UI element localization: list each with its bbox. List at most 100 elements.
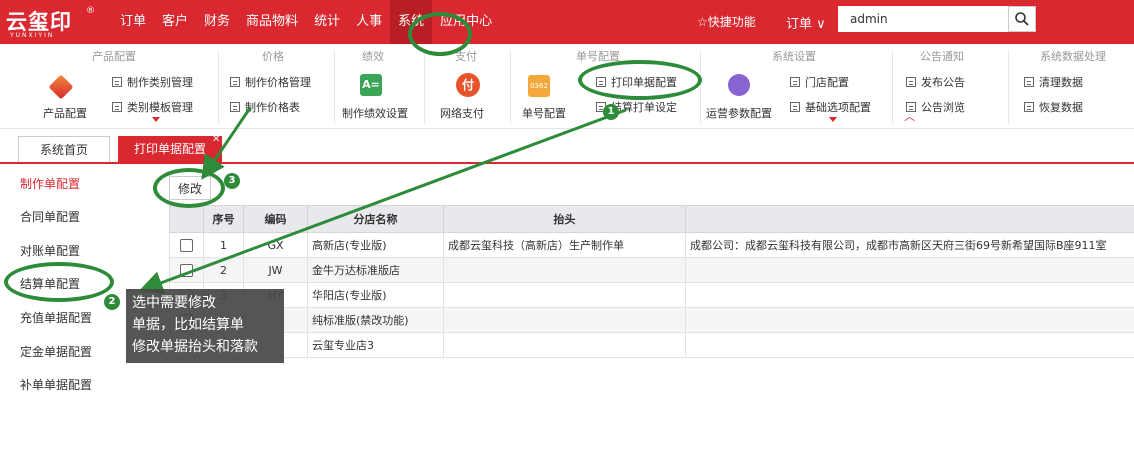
quick-functions-label: 快捷功能 bbox=[707, 15, 756, 29]
row-select-cell bbox=[169, 257, 204, 283]
cell-footer bbox=[685, 307, 1134, 333]
clean-data-label: 清理数据 bbox=[1039, 76, 1083, 89]
clean-data-button[interactable]: 清理数据 bbox=[1024, 74, 1083, 90]
group-title-notice: 公告通知 bbox=[920, 50, 964, 63]
ribbon-toolbar: 产品配置 价格 绩效 支付 单号配置 系统设置 公告通知 系统数据处理 产品配置… bbox=[0, 44, 1134, 129]
group-title-data: 系统数据处理 bbox=[1040, 50, 1106, 63]
list-icon bbox=[230, 102, 240, 112]
tab-system-home[interactable]: 系统首页 bbox=[18, 136, 110, 162]
close-icon[interactable]: ✕ bbox=[212, 134, 220, 145]
make-price-table-label: 制作价格表 bbox=[245, 101, 300, 114]
menu-contract[interactable]: 合同单配置 bbox=[20, 208, 80, 225]
caret-down-icon[interactable] bbox=[152, 117, 160, 122]
highlight-ring-system bbox=[408, 12, 472, 56]
cell-code: JW bbox=[243, 257, 308, 283]
cell-store: 纯标准版(禁改功能) bbox=[307, 307, 444, 333]
search-button[interactable] bbox=[1008, 6, 1036, 32]
divider bbox=[510, 50, 511, 124]
table-header-row: 序号 编码 分店名称 抬头 bbox=[169, 205, 1134, 233]
instruction-tooltip: 选中需要修改 单据，比如结算单 修改单据抬头和落款 bbox=[126, 289, 284, 363]
nav-customers[interactable]: 客户 bbox=[154, 0, 196, 44]
list-icon bbox=[1024, 102, 1034, 112]
column-header-code: 编码 bbox=[243, 205, 308, 233]
make-category-button[interactable]: 制作类别管理 bbox=[112, 74, 193, 90]
cell-store: 金牛万达标准版店 bbox=[307, 257, 444, 283]
orders-dropdown[interactable]: 订单 ∨ bbox=[786, 13, 826, 32]
column-header-title: 抬头 bbox=[443, 205, 686, 233]
nav-products[interactable]: 商品物料 bbox=[238, 0, 306, 44]
cell-footer bbox=[685, 332, 1134, 358]
search-icon bbox=[1015, 12, 1029, 26]
category-template-button[interactable]: 类别模板管理 bbox=[112, 99, 193, 115]
list-icon bbox=[1024, 77, 1034, 87]
list-icon bbox=[112, 102, 122, 112]
divider bbox=[424, 50, 425, 124]
row-checkbox[interactable] bbox=[180, 263, 193, 277]
nav-finance[interactable]: 财务 bbox=[196, 0, 238, 44]
make-price-table-button[interactable]: 制作价格表 bbox=[230, 99, 300, 115]
column-header-no: 序号 bbox=[203, 205, 244, 233]
cell-title bbox=[443, 257, 686, 283]
menu-deposit[interactable]: 定金单据配置 bbox=[20, 343, 92, 360]
table-row[interactable]: 3 HY 华阳店(专业版) bbox=[169, 282, 1134, 308]
make-category-label: 制作类别管理 bbox=[127, 76, 193, 89]
list-icon bbox=[230, 77, 240, 87]
cell-store: 高新店(专业版) bbox=[307, 232, 444, 258]
tooltip-line: 修改单据抬头和落款 bbox=[132, 339, 258, 355]
top-bar: 云玺印 ® YUNXIYIN 订单 客户 财务 商品物料 统计 人事 系统 应用… bbox=[0, 0, 1134, 44]
step-badge-1: 1 bbox=[603, 104, 619, 120]
cell-title bbox=[443, 307, 686, 333]
row-select-cell bbox=[169, 232, 204, 258]
menu-make-order[interactable]: 制作单配置 bbox=[20, 175, 80, 192]
tooltip-line: 单据，比如结算单 bbox=[132, 317, 244, 333]
highlight-ring-print-config bbox=[578, 60, 702, 100]
publish-notice-button[interactable]: 发布公告 bbox=[906, 74, 965, 90]
nav-orders[interactable]: 订单 bbox=[112, 0, 154, 44]
list-icon bbox=[790, 77, 800, 87]
product-config-label: 产品配置 bbox=[43, 107, 87, 120]
restore-data-button[interactable]: 恢复数据 bbox=[1024, 99, 1083, 115]
quick-functions[interactable]: ☆快捷功能 bbox=[697, 13, 756, 30]
divider bbox=[218, 50, 219, 124]
make-price-button[interactable]: 制作价格管理 bbox=[230, 74, 311, 90]
performance-icon: A= bbox=[360, 74, 382, 96]
table-row[interactable]: 1 GX 高新店(专业版) 成都云玺科技（高新店）生产制作单 成都公司：成都云玺… bbox=[169, 232, 1134, 258]
step-badge-3: 3 bbox=[224, 173, 240, 189]
menu-reconcile[interactable]: 对账单配置 bbox=[20, 242, 80, 259]
category-template-label: 类别模板管理 bbox=[127, 101, 193, 114]
nav-statistics[interactable]: 统计 bbox=[306, 0, 348, 44]
table-row[interactable]: 5 云玺专业店3 bbox=[169, 332, 1134, 358]
gear-icon bbox=[728, 74, 750, 96]
list-icon bbox=[790, 102, 800, 112]
browse-notice-label: 公告浏览 bbox=[921, 101, 965, 114]
table-row[interactable]: 2 JW 金牛万达标准版店 bbox=[169, 257, 1134, 283]
list-icon bbox=[112, 77, 122, 87]
cell-code: GX bbox=[243, 232, 308, 258]
table-row[interactable]: 4 纯标准版(禁改功能) bbox=[169, 307, 1134, 333]
op-params-label: 运营参数配置 bbox=[706, 107, 772, 120]
search-input[interactable] bbox=[838, 6, 1008, 32]
list-icon bbox=[906, 102, 916, 112]
divider bbox=[892, 50, 893, 124]
logo: 云玺印 ® YUNXIYIN bbox=[6, 6, 95, 40]
orders-dropdown-label: 订单 bbox=[786, 17, 813, 32]
list-icon bbox=[906, 77, 916, 87]
logo-registered: ® bbox=[86, 6, 95, 16]
nav-hr[interactable]: 人事 bbox=[348, 0, 390, 44]
pay-icon: 付 bbox=[456, 73, 480, 97]
store-config-button[interactable]: 门店配置 bbox=[790, 74, 849, 90]
menu-supplement[interactable]: 补单单据配置 bbox=[20, 376, 92, 393]
cell-no: 2 bbox=[203, 257, 244, 283]
tab-print-config[interactable]: 打印单据配置 bbox=[118, 136, 222, 162]
star-icon: ☆ bbox=[697, 15, 708, 29]
browse-notice-button[interactable]: 公告浏览 bbox=[906, 99, 965, 115]
basic-options-button[interactable]: 基础选项配置 bbox=[790, 99, 871, 115]
menu-recharge[interactable]: 充值单据配置 bbox=[20, 309, 92, 326]
row-checkbox[interactable] bbox=[180, 238, 193, 252]
cell-footer bbox=[685, 282, 1134, 308]
cell-title: 成都云玺科技（高新店）生产制作单 bbox=[443, 232, 686, 258]
store-config-label: 门店配置 bbox=[805, 76, 849, 89]
perf-setting-label: 制作绩效设置 bbox=[342, 107, 408, 120]
caret-down-icon[interactable] bbox=[829, 117, 837, 122]
divider bbox=[1008, 50, 1009, 124]
